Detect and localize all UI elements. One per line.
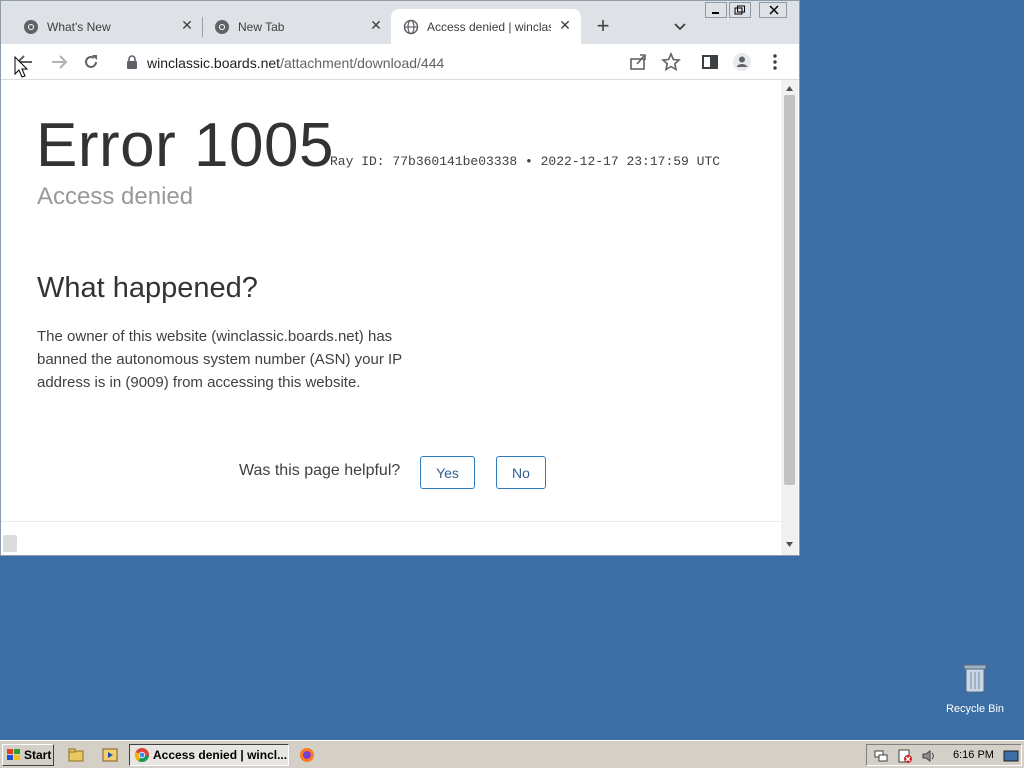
- start-button[interactable]: Start: [2, 744, 54, 766]
- chrome-icon: [215, 20, 229, 34]
- tab-title: Access denied | winclassic: [427, 20, 551, 34]
- tab-title: New Tab: [238, 20, 285, 34]
- ray-id-text: Ray ID: 77b360141be03338 • 2022-12-17 23…: [330, 154, 721, 169]
- new-tab-button[interactable]: +: [592, 15, 614, 38]
- restore-button[interactable]: [729, 2, 751, 18]
- mouse-cursor-icon: [14, 56, 29, 78]
- tab-access-denied[interactable]: Access denied | winclassic ✕: [391, 9, 581, 44]
- chevron-down-icon[interactable]: [672, 19, 688, 35]
- close-tab-icon[interactable]: ✕: [179, 17, 195, 33]
- forward-button[interactable]: [48, 51, 70, 73]
- scroll-up-icon[interactable]: [785, 84, 794, 93]
- close-window-button[interactable]: [759, 2, 787, 18]
- browser-window: What's New ✕ New Tab ✕ Access denied | w…: [0, 0, 800, 556]
- file-explorer-icon[interactable]: [68, 747, 84, 763]
- restore-icon: [734, 5, 745, 15]
- address-bar[interactable]: winclassic.boards.net/attachment/downloa…: [114, 48, 621, 76]
- star-icon: [661, 51, 681, 72]
- bookmark-button[interactable]: [660, 51, 682, 73]
- horizontal-scrollbar[interactable]: [3, 535, 17, 552]
- feedback-no-button[interactable]: No: [496, 456, 546, 489]
- page-content: Error 1005 Ray ID: 77b360141be03338 • 20…: [1, 80, 781, 555]
- avatar-icon: [733, 53, 751, 71]
- scrollbar-thumb[interactable]: [784, 95, 795, 485]
- taskbar-item-label: Access denied | wincl...: [153, 748, 288, 762]
- share-button[interactable]: [627, 51, 649, 73]
- globe-icon: [403, 19, 419, 35]
- url-text[interactable]: winclassic.boards.net/attachment/downloa…: [147, 55, 444, 71]
- vertical-scrollbar[interactable]: [781, 80, 798, 555]
- media-player-icon[interactable]: [102, 747, 118, 763]
- show-desktop-icon[interactable]: [1003, 748, 1019, 764]
- error-code-heading: Error 1005: [36, 111, 334, 180]
- system-tray: 6:16 PM: [866, 744, 1022, 766]
- close-tab-icon[interactable]: ✕: [368, 17, 384, 33]
- url-host: winclassic.boards.net: [147, 55, 281, 71]
- taskbar: Start Access denied | wincl... 6:16 PM: [0, 740, 1024, 768]
- scroll-down-icon[interactable]: [785, 540, 794, 549]
- recycle-bin-icon: [963, 664, 987, 693]
- network-icon[interactable]: [873, 748, 889, 764]
- arrow-right-icon: [52, 55, 68, 69]
- chrome-icon: [134, 748, 149, 763]
- close-tab-icon[interactable]: ✕: [557, 17, 573, 33]
- taskbar-item-browser[interactable]: Access denied | wincl...: [129, 744, 289, 766]
- start-label: Start: [24, 748, 52, 762]
- url-path: /attachment/download/444: [280, 55, 445, 71]
- error-subtitle: Access denied: [37, 183, 194, 210]
- minimize-button[interactable]: [705, 2, 727, 18]
- lock-icon[interactable]: [126, 55, 138, 69]
- close-icon: [769, 5, 779, 15]
- security-alert-icon[interactable]: [897, 748, 913, 764]
- reload-button[interactable]: [80, 51, 102, 73]
- clock[interactable]: 6:16 PM: [953, 749, 994, 761]
- feedback-question: Was this page helpful?: [239, 462, 401, 479]
- what-happened-heading: What happened?: [37, 272, 258, 304]
- recycle-bin[interactable]: Recycle Bin: [944, 662, 1006, 715]
- profile-button[interactable]: [731, 51, 753, 73]
- share-icon: [630, 54, 646, 70]
- firefox-icon[interactable]: [299, 747, 315, 763]
- feedback-yes-button[interactable]: Yes: [420, 456, 475, 489]
- explanation-text: The owner of this website (winclassic.bo…: [37, 328, 402, 391]
- tab-title: What's New: [47, 20, 111, 34]
- volume-icon[interactable]: [921, 748, 937, 764]
- more-vert-icon: [773, 54, 777, 70]
- recycle-bin-label: Recycle Bin: [945, 703, 1005, 715]
- browser-toolbar: winclassic.boards.net/attachment/downloa…: [1, 44, 799, 80]
- side-panel-icon: [702, 55, 718, 69]
- menu-button[interactable]: [764, 51, 786, 73]
- minimize-icon: [712, 12, 719, 14]
- side-panel-button[interactable]: [699, 51, 721, 73]
- tab-whats-new[interactable]: What's New ✕: [11, 9, 201, 44]
- tab-new-tab[interactable]: New Tab ✕: [202, 9, 392, 44]
- chrome-icon: [24, 20, 38, 34]
- footer-divider: [1, 521, 781, 522]
- reload-icon: [85, 55, 97, 68]
- tab-strip: What's New ✕ New Tab ✕ Access denied | w…: [1, 1, 799, 44]
- windows-logo-icon: [7, 749, 20, 760]
